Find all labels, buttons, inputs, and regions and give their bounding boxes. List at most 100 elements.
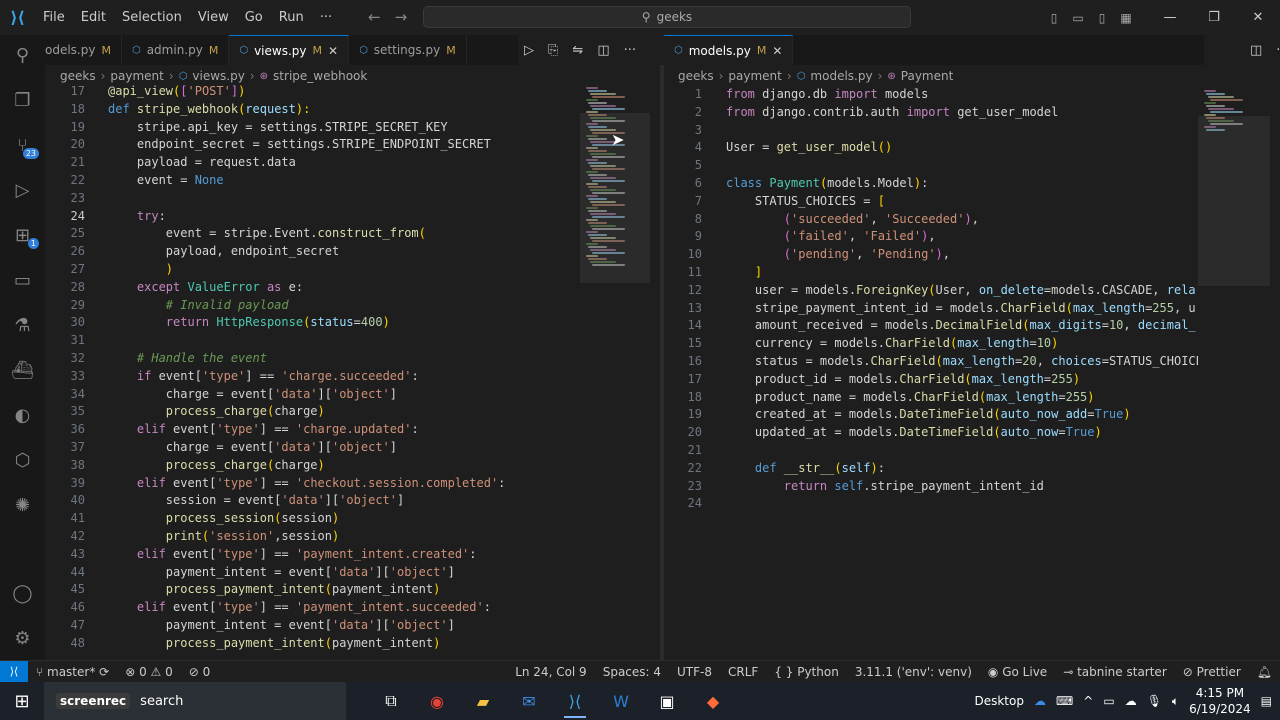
remote-explorer-icon[interactable]: ▭ [0,260,45,300]
search-icon[interactable]: ⚲ [0,35,45,75]
code-line[interactable]: 5 [664,157,1198,175]
breadcrumb-item[interactable]: views.py [192,69,244,83]
code-line[interactable]: 22 def __str__(self): [664,460,1198,478]
go-live-button[interactable]: ◉ Go Live [980,665,1055,679]
code-line[interactable]: 22 event = None [45,172,580,190]
explorer-icon[interactable]: ❐ [0,80,45,120]
code-line[interactable]: 4 User = get_user_model() [664,139,1198,157]
code-line[interactable]: 19 stripe.api_key = settings.STRIPE_SECR… [45,119,580,137]
postman-icon[interactable]: ◆ [690,682,736,720]
code-line[interactable]: 21 payload = request.data [45,154,580,172]
code-line[interactable]: 35 process_charge(charge) [45,403,580,421]
menu-item[interactable]: Edit [73,10,114,25]
code-line[interactable]: 43 elif event['type'] == 'payment_intent… [45,546,580,564]
minimap-left[interactable] [580,83,650,660]
editor-views-py[interactable]: 17 @api_view(['POST']) 18 def stripe_webhoo… [45,83,580,660]
breadcrumb-item[interactable]: models.py [810,69,872,83]
code-line[interactable]: 15 currency = models.CharField(max_lengt… [664,335,1198,353]
code-line[interactable]: 19 created_at = models.DateTimeField(aut… [664,406,1198,424]
code-line[interactable]: 2 from django.contrib.auth import get_use… [664,104,1198,122]
menu-item[interactable]: View [190,10,237,25]
minimize-button[interactable]: — [1148,10,1192,25]
code-line[interactable]: 9 ('failed', 'Failed'), [664,228,1198,246]
code-line[interactable]: 30 return HttpResponse(status=400) [45,314,580,332]
onedrive-icon[interactable]: ☁ [1034,694,1046,708]
editor-tab[interactable]: ⬡ admin.py M [122,35,230,65]
code-line[interactable]: 29 # Invalid payload [45,297,580,315]
taskbar-search[interactable]: screenrec search [44,682,346,720]
code-line[interactable]: 44 payment_intent = event['data']['objec… [45,564,580,582]
keyboard-icon[interactable]: ⌨ [1056,694,1073,708]
volume-icon[interactable]: 🔈︎ [1172,694,1179,709]
docker-icon[interactable]: ⛴ [0,350,45,390]
customize-layout-icon[interactable]: ▦ [1114,11,1138,25]
breadcrumb-item[interactable]: geeks [678,69,714,83]
breadcrumb-item[interactable]: payment [110,69,163,83]
clock[interactable]: 4:15 PM 6/19/2024 [1189,685,1251,717]
code-line[interactable]: 16 status = models.CharField(max_length=… [664,353,1198,371]
code-line[interactable]: 36 elif event['type'] == 'charge.updated… [45,421,580,439]
code-line[interactable]: 38 process_charge(charge) [45,457,580,475]
language-mode[interactable]: { } Python [766,665,847,679]
code-line[interactable]: 47 payment_intent = event['data']['objec… [45,617,580,635]
code-line[interactable]: 23 return self.stripe_payment_intent_id [664,478,1198,496]
editor-tab[interactable]: ⬡ views.py M ✕ [229,35,350,65]
code-line[interactable]: 37 charge = event['data']['object'] [45,439,580,457]
source-control-icon[interactable]: ⑂ 23 [0,125,45,165]
close-tab-icon[interactable]: ✕ [772,44,782,58]
code-line[interactable]: 18 product_name = models.CharField(max_l… [664,389,1198,407]
close-window-button[interactable]: ✕ [1236,10,1280,25]
testing-icon[interactable]: ⚗ [0,305,45,345]
code-line[interactable]: 39 elif event['type'] == 'checkout.sessi… [45,475,580,493]
code-line[interactable]: 42 print('session',session) [45,528,580,546]
editor-tab[interactable]: odels.py M [45,35,122,65]
code-line[interactable]: 1 from django.db import models [664,86,1198,104]
editor-models-py[interactable]: 1 from django.db import models 2 from djang… [664,86,1198,660]
close-tab-icon[interactable]: ✕ [328,44,338,58]
remote-indicator-icon[interactable]: ⟩⟨ [0,660,28,683]
wifi-icon[interactable]: ☁ [1125,694,1137,708]
code-line[interactable]: 11 ] [664,264,1198,282]
breadcrumb-item[interactable]: stripe_webhook [273,69,367,83]
minimap-viewport[interactable] [1198,116,1270,286]
menu-item[interactable]: Run [271,10,312,25]
chrome-icon[interactable]: ◉ [414,682,460,720]
toggle-sidebar-icon[interactable]: ▯ [1042,11,1066,25]
cursor-position[interactable]: Ln 24, Col 9 [507,665,595,679]
terminal-icon[interactable]: ▣ [644,682,690,720]
mail-icon[interactable]: ✉ [506,682,552,720]
edge-tools-icon[interactable]: ◐ [0,395,45,435]
notifications-bell-icon[interactable]: 🔔︎ [1249,665,1280,679]
desktop-label[interactable]: Desktop [974,694,1024,708]
code-line[interactable]: 32 # Handle the event [45,350,580,368]
prettier-indicator[interactable]: ⊘ Prettier [1175,665,1249,679]
python-interpreter[interactable]: 3.11.1 ('env': venv) [847,665,980,679]
code-line[interactable]: 17 product_id = models.CharField(max_len… [664,371,1198,389]
chevron-up-icon[interactable]: ^ [1083,694,1093,708]
code-line[interactable]: 40 session = event['data']['object'] [45,492,580,510]
run-debug-icon[interactable]: ▷ [0,170,45,210]
indentation[interactable]: Spaces: 4 [595,665,669,679]
code-line[interactable]: 18 def stripe_webhook(request): [45,101,580,119]
microphone-icon[interactable]: 🎙︎ [1147,694,1162,708]
menu-item[interactable]: File [35,10,73,25]
openai-icon[interactable]: ✺ [0,485,45,525]
code-line[interactable]: 3 [664,122,1198,140]
code-line[interactable]: 34 charge = event['data']['object'] [45,386,580,404]
code-line[interactable]: 28 except ValueError as e: [45,279,580,297]
code-line[interactable]: 23 [45,190,580,208]
encoding[interactable]: UTF-8 [669,665,720,679]
breadcrumb-item[interactable]: payment [728,69,781,83]
accounts-icon[interactable]: ◯ [0,573,45,613]
code-line[interactable]: 24 [664,495,1198,513]
code-line[interactable]: 7 STATUS_CHOICES = [ [664,193,1198,211]
more-actions-icon[interactable]: ··· [624,43,636,58]
code-line[interactable]: 46 elif event['type'] == 'payment_intent… [45,599,580,617]
code-line[interactable]: 10 ('pending', 'Pending'), [664,246,1198,264]
menu-item[interactable]: ··· [312,10,340,25]
code-line[interactable]: 33 if event['type'] == 'charge.succeeded… [45,368,580,386]
code-line[interactable]: 20 updated_at = models.DateTimeField(aut… [664,424,1198,442]
code-line[interactable]: 6 class Payment(models.Model): [664,175,1198,193]
code-line[interactable]: 17 @api_view(['POST']) [45,83,580,101]
code-line[interactable]: 27 ) [45,261,580,279]
